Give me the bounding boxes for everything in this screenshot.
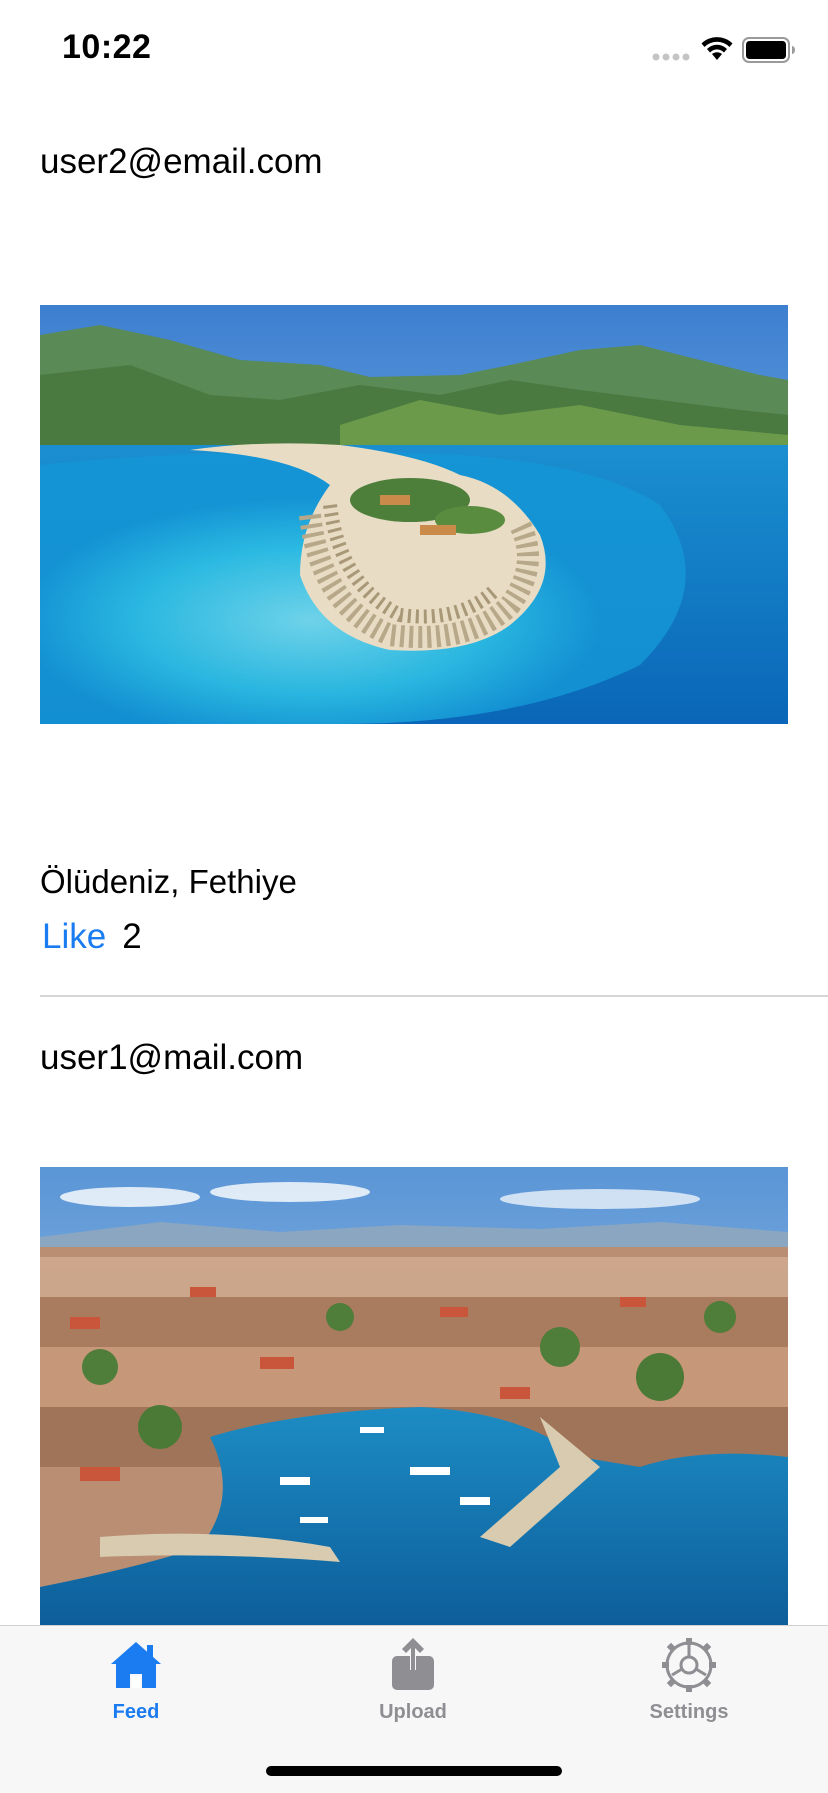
tab-label: Upload	[379, 1701, 447, 1723]
cellular-signal-icon	[652, 53, 690, 61]
feed-post: user2@email.com Ölüdeniz, Fethiye Like 2	[0, 100, 828, 997]
gear-icon	[662, 1638, 716, 1692]
tab-bar: Feed Upload Settings	[0, 1625, 828, 1793]
post-image	[40, 1167, 788, 1625]
tab-label: Feed	[112, 1701, 160, 1723]
tab-label: Settings	[649, 1701, 729, 1723]
post-user-email: user1@mail.com	[40, 1038, 304, 1077]
status-time: 10:22	[62, 28, 152, 66]
share-upload-icon	[392, 1638, 434, 1690]
feed-post: user1@mail.com	[0, 997, 828, 1625]
like-row: Like 2	[42, 917, 142, 957]
feed-list[interactable]: user2@email.com Ölüdeniz, Fethiye Like 2…	[0, 100, 828, 1625]
post-caption: Ölüdeniz, Fethiye	[40, 863, 297, 900]
tab-settings[interactable]: Settings	[609, 1636, 769, 1732]
status-bar: 10:22	[0, 0, 828, 100]
tab-upload[interactable]: Upload	[333, 1636, 493, 1732]
home-indicator[interactable]	[266, 1766, 562, 1776]
post-image	[40, 305, 788, 724]
harbor-city-photo	[40, 1167, 788, 1625]
wifi-icon	[701, 37, 733, 60]
post-user-email: user2@email.com	[40, 142, 323, 181]
beach-lagoon-photo	[40, 305, 788, 724]
like-button[interactable]: Like	[42, 917, 106, 957]
tab-feed[interactable]: Feed	[56, 1636, 216, 1732]
like-count: 2	[122, 917, 142, 956]
battery-icon	[742, 37, 795, 63]
house-icon	[111, 1642, 161, 1688]
